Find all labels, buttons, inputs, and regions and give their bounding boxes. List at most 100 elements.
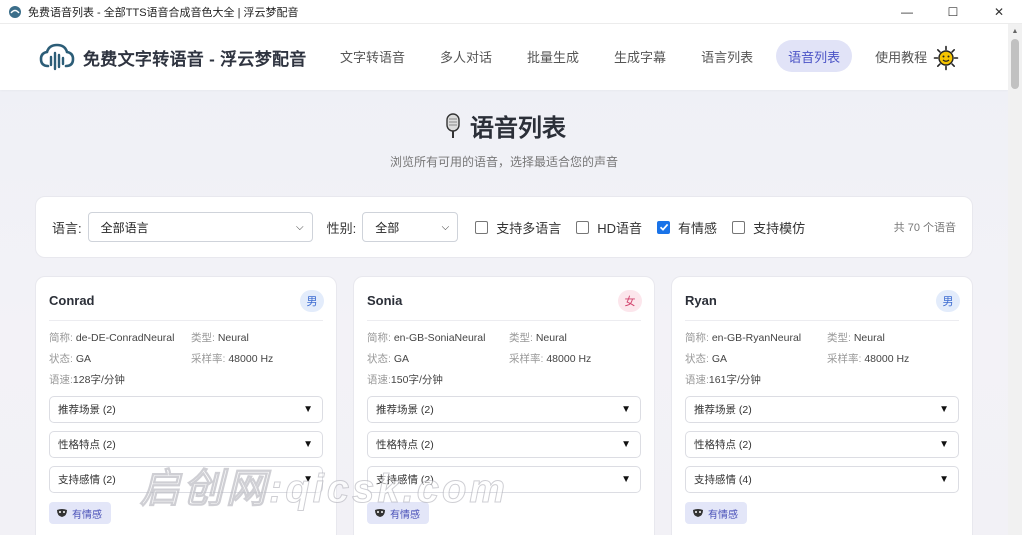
- short-name-label: 简称:: [685, 332, 709, 344]
- nav-item-subtitles[interactable]: 生成字幕: [602, 40, 678, 72]
- checkbox-box-checked[interactable]: [657, 220, 671, 234]
- sample-rate-row: 采样率: 48000 Hz: [191, 351, 273, 366]
- checkbox-box[interactable]: [475, 220, 489, 234]
- emotions-dropdown[interactable]: 支持感情 (4) ▼: [685, 466, 959, 493]
- status-label: 状态:: [49, 353, 73, 365]
- maximize-button[interactable]: ☐: [930, 0, 976, 24]
- status-value: GA: [393, 353, 410, 365]
- checkbox-multilingual[interactable]: 支持多语言: [475, 218, 561, 237]
- dropdown-label: 推荐场景 (2): [694, 404, 752, 416]
- sample-rate-row: 采样率: 48000 Hz: [509, 351, 591, 366]
- voice-card[interactable]: Ryan 男 简称: en-GB-RyanNeural 类型: Neural 状…: [671, 276, 973, 535]
- speed-label: 语速:: [685, 374, 709, 386]
- nav-item-text-to-speech[interactable]: 文字转语音: [328, 40, 417, 72]
- short-name-row: 简称: en-GB-SoniaNeural: [367, 330, 485, 345]
- personality-dropdown[interactable]: 性格特点 (2) ▼: [685, 431, 959, 458]
- scrollbar-thumb[interactable]: [1011, 39, 1019, 89]
- mask-icon: [693, 509, 703, 517]
- sample-rate-value: 48000 Hz: [546, 353, 592, 365]
- short-name-row: 简称: en-GB-RyanNeural: [685, 330, 801, 345]
- checkbox-hd-voice[interactable]: HD语音: [576, 218, 642, 237]
- speed-row: 语速:150字/分钟: [367, 372, 443, 387]
- sample-rate-label: 采样率:: [827, 353, 862, 365]
- status-row: 状态: GA: [367, 351, 409, 366]
- checkmark-icon: [659, 223, 668, 231]
- language-select[interactable]: 全部语言 ⌵: [87, 212, 313, 242]
- speed-row: 语速:128字/分钟: [49, 372, 125, 387]
- scroll-up-arrow-icon[interactable]: ▲: [1008, 24, 1022, 38]
- emotion-tag: 有情感: [49, 502, 111, 524]
- sample-rate-row: 采样率: 48000 Hz: [827, 351, 909, 366]
- main-nav: 文字转语音 多人对话 批量生成 生成字幕 语言列表 语音列表 使用教程: [328, 40, 950, 72]
- sun-icon[interactable]: [933, 45, 959, 71]
- dropdown-label: 性格特点 (2): [376, 439, 434, 451]
- recommended-scenes-dropdown[interactable]: 推荐场景 (2) ▼: [367, 396, 641, 423]
- short-name-row: 简称: de-DE-ConradNeural: [49, 330, 174, 345]
- status-row: 状态: GA: [49, 351, 91, 366]
- type-value: Neural: [535, 332, 567, 344]
- gender-select[interactable]: 全部 ⌵: [362, 212, 459, 242]
- window-titlebar: 免费语音列表 - 全部TTS语音合成音色大全 | 浮云梦配音 — ☐ ✕: [0, 0, 1022, 24]
- triangle-down-icon: ▼: [303, 439, 313, 450]
- type-value: Neural: [853, 332, 885, 344]
- card-divider: [367, 320, 641, 321]
- checkbox-imitation[interactable]: 支持模仿: [732, 218, 805, 237]
- sample-rate-label: 采样率:: [191, 353, 226, 365]
- status-label: 状态:: [367, 353, 391, 365]
- type-value: Neural: [217, 332, 249, 344]
- personality-dropdown[interactable]: 性格特点 (2) ▼: [49, 431, 323, 458]
- language-filter-label: 语言:: [52, 220, 82, 236]
- chevron-down-icon: ⌵: [296, 221, 304, 233]
- checkbox-emotional[interactable]: 有情感: [657, 218, 717, 237]
- personality-dropdown[interactable]: 性格特点 (2) ▼: [367, 431, 641, 458]
- status-label: 状态:: [685, 353, 709, 365]
- gender-filter-label: 性别:: [326, 220, 357, 236]
- card-divider: [49, 320, 323, 321]
- speed-value: 161字/分钟: [708, 374, 761, 386]
- short-name-value: en-GB-SoniaNeural: [393, 332, 486, 344]
- card-divider: [685, 320, 959, 321]
- triangle-down-icon: ▼: [621, 439, 631, 450]
- gender-badge: 男: [936, 290, 960, 312]
- voice-count: 共 70 个语音: [893, 222, 956, 234]
- page-viewport: 免费文字转语音 - 浮云梦配音 文字转语音 多人对话 批量生成 生成字幕 语言列…: [0, 24, 1008, 535]
- checkbox-box[interactable]: [576, 220, 590, 234]
- recommended-scenes-dropdown[interactable]: 推荐场景 (2) ▼: [685, 396, 959, 423]
- nav-item-multi-dialogue[interactable]: 多人对话: [428, 40, 504, 72]
- nav-item-batch[interactable]: 批量生成: [515, 40, 591, 72]
- page-title-row: 语音列表: [0, 108, 1008, 143]
- triangle-down-icon: ▼: [939, 439, 949, 450]
- filter-bar: 语言: 全部语言 ⌵ 性别: 全部 ⌵ 支持多语言 HD语音 有情感 支持模仿: [35, 196, 973, 258]
- page-title: 语音列表: [470, 115, 566, 142]
- page-subtitle: 浏览所有可用的语音，选择最适合您的声音: [389, 155, 618, 169]
- dropdown-label: 推荐场景 (2): [58, 404, 116, 416]
- nav-item-voice-list[interactable]: 语音列表: [776, 40, 853, 72]
- checkbox-label: 支持多语言: [496, 220, 562, 236]
- speed-row: 语速:161字/分钟: [685, 372, 761, 387]
- checkbox-label: 有情感: [678, 220, 718, 236]
- brand[interactable]: 免费文字转语音 - 浮云梦配音: [39, 42, 307, 72]
- sample-rate-value: 48000 Hz: [864, 353, 910, 365]
- type-label: 类型:: [509, 332, 533, 344]
- close-button[interactable]: ✕: [976, 0, 1022, 24]
- gender-select-value: 全部: [375, 220, 400, 235]
- sample-rate-label: 采样率:: [509, 353, 544, 365]
- vertical-scrollbar[interactable]: ▲: [1008, 24, 1022, 535]
- checkbox-label: HD语音: [597, 220, 643, 236]
- type-label: 类型:: [191, 332, 215, 344]
- short-name-label: 简称:: [367, 332, 391, 344]
- watermark: 启创网:qicsk.com: [140, 467, 508, 512]
- emotion-tag-label: 有情感: [72, 509, 102, 521]
- type-row: 类型: Neural: [827, 330, 885, 345]
- minimize-button[interactable]: —: [884, 0, 930, 24]
- checkbox-box[interactable]: [732, 220, 746, 234]
- recommended-scenes-dropdown[interactable]: 推荐场景 (2) ▼: [49, 396, 323, 423]
- nav-item-language-list[interactable]: 语言列表: [689, 40, 765, 72]
- speed-label: 语速:: [49, 374, 73, 386]
- app-icon: [9, 5, 21, 18]
- sample-rate-value: 48000 Hz: [228, 353, 274, 365]
- nav-item-tutorial[interactable]: 使用教程: [863, 40, 939, 72]
- dropdown-label: 推荐场景 (2): [376, 404, 434, 416]
- microphone-icon: [446, 112, 460, 138]
- status-row: 状态: GA: [685, 351, 727, 366]
